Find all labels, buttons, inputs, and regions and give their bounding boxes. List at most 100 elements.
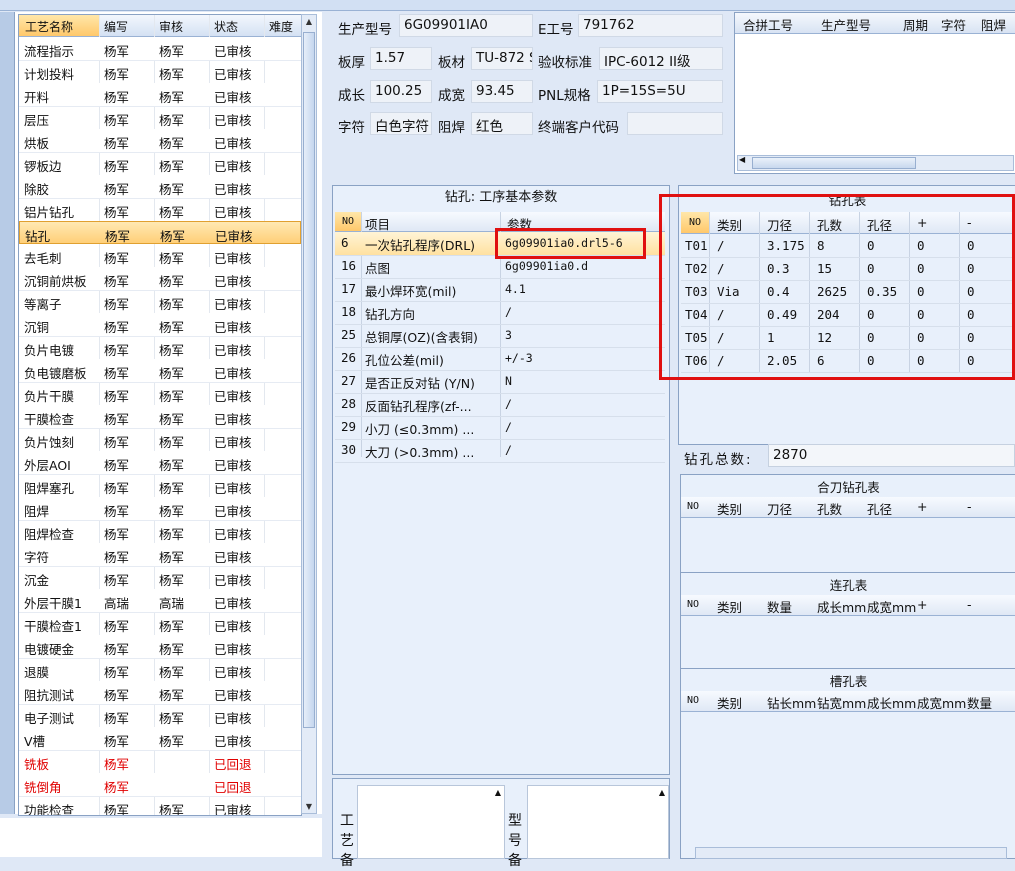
link-hole-table[interactable]: 连孔表 NO 类别 数量 成长mm 成宽mm + - [680, 572, 1015, 670]
combo-header-col[interactable]: 合拼工号 [743, 15, 793, 34]
process-row[interactable]: 开料 杨军 杨军 已审核 [19, 83, 301, 107]
combined-header-col[interactable]: 孔径 [867, 499, 892, 518]
process-row[interactable]: 等离子 杨军 杨军 已审核 [19, 290, 301, 314]
combined-drill-table[interactable]: 合刀钻孔表 NO 类别 刀径 孔数 孔径 + - [680, 474, 1015, 574]
param-row[interactable]: 29 小刀 (≤0.3mm) ... / [335, 416, 665, 440]
slot-header-col[interactable]: 钻长mm [767, 693, 816, 712]
combined-header-col[interactable]: NO [687, 501, 699, 512]
process-row[interactable]: 流程指示 杨军 杨军 已审核 [19, 37, 301, 61]
link-header-col[interactable]: NO [687, 599, 699, 610]
process-row[interactable]: V槽 杨军 杨军 已审核 [19, 727, 301, 751]
process-grid[interactable]: 工艺名称 编写 审核 状态 难度 流程指示 杨军 杨军 已审核 计划投料 杨军 杨军 已审核开… [18, 14, 302, 816]
scroll-left-icon[interactable]: ◀ [739, 155, 745, 164]
slot-header-col[interactable]: 类别 [717, 693, 742, 712]
field-width[interactable]: 93.45 [471, 80, 533, 103]
slot-horizontal-scrollbar[interactable] [695, 847, 1007, 859]
process-row[interactable]: 干膜检查1 杨军 杨军 已审核 [19, 612, 301, 636]
param-row[interactable]: 30 大刀 (>0.3mm) ... / [335, 439, 665, 463]
slot-header-col[interactable]: 成长mm [867, 693, 916, 712]
param-row[interactable]: 17 最小焊环宽(mil) 4.1 [335, 278, 665, 302]
param-row[interactable]: 25 总铜厚(OZ)(含表铜) 3 [335, 324, 665, 348]
field-length[interactable]: 100.25 [370, 80, 432, 103]
scroll-up-icon[interactable]: ▲ [302, 17, 316, 26]
process-row[interactable]: 沉金 杨军 杨军 已审核 [19, 566, 301, 590]
param-row[interactable]: 26 孔位公差(mil) +/-3 [335, 347, 665, 371]
combined-header-col[interactable]: 刀径 [767, 499, 792, 518]
link-header-col[interactable]: + [917, 597, 927, 612]
process-row[interactable]: 外层干膜1 高瑞 高瑞 已审核 [19, 589, 301, 613]
grid-scroll-thumb[interactable] [303, 32, 315, 728]
params-header-item[interactable]: 项目 [365, 214, 390, 233]
process-row[interactable]: 电子测试 杨军 杨军 已审核 [19, 704, 301, 728]
process-row[interactable]: 除胶 杨军 杨军 已审核 [19, 175, 301, 199]
field-pnl[interactable]: 1P=15S=5U [597, 80, 723, 103]
process-row[interactable]: 退膜 杨军 杨军 已审核 [19, 658, 301, 682]
combo-header-col[interactable]: 生产型号 [821, 15, 871, 34]
params-header-no[interactable]: NO [335, 212, 361, 231]
slot-header-col[interactable]: 数量 [967, 693, 992, 712]
combo-scroll-thumb[interactable] [752, 157, 916, 169]
process-row[interactable]: 阻焊塞孔 杨军 杨军 已审核 [19, 474, 301, 498]
slot-header-col[interactable]: 成宽mm [917, 693, 966, 712]
process-row[interactable]: 铝片钻孔 杨军 杨军 已审核 [19, 198, 301, 222]
process-row[interactable]: 层压 杨军 杨军 已审核 [19, 106, 301, 130]
link-header-col[interactable]: 成宽mm [867, 597, 916, 616]
model-remark-textarea[interactable]: ▲ [527, 785, 669, 859]
scroll-up-icon[interactable]: ▲ [495, 788, 501, 797]
link-header-col[interactable]: 类别 [717, 597, 742, 616]
combo-header-col[interactable]: 周期 [903, 15, 928, 34]
process-row[interactable]: 字符 杨军 杨军 已审核 [19, 543, 301, 567]
param-row[interactable]: 27 是否正反对钻 (Y/N) N [335, 370, 665, 394]
grid-header-difficulty[interactable]: 难度 [269, 18, 293, 35]
process-row[interactable]: 电镀硬金 杨军 杨军 已审核 [19, 635, 301, 659]
link-header-col[interactable]: - [967, 597, 972, 612]
process-row[interactable]: 沉铜前烘板 杨军 杨军 已审核 [19, 267, 301, 291]
combo-header-col[interactable]: 字符 [941, 15, 966, 34]
field-thickness[interactable]: 1.57 [370, 47, 432, 70]
process-row[interactable]: 干膜检查 杨军 杨军 已审核 [19, 405, 301, 429]
process-row[interactable]: 负片干膜 杨军 杨军 已审核 [19, 382, 301, 406]
process-row[interactable]: 负电镀磨板 杨军 杨军 已审核 [19, 359, 301, 383]
process-row[interactable]: 铣倒角 杨军 已回退 [19, 773, 301, 797]
grid-header-name[interactable]: 工艺名称 [19, 15, 99, 36]
field-model[interactable]: 6G09901IA0 [399, 14, 533, 37]
grid-header-writer[interactable]: 编写 [104, 18, 128, 35]
process-row[interactable]: 沉铜 杨军 杨军 已审核 [19, 313, 301, 337]
process-row[interactable]: 锣板边 杨军 杨军 已审核 [19, 152, 301, 176]
combined-header-col[interactable]: 类别 [717, 499, 742, 518]
combo-horizontal-scrollbar[interactable]: ◀ [737, 155, 1014, 171]
link-header-col[interactable]: 成长mm [817, 597, 866, 616]
total-drill-field[interactable]: 2870 [768, 444, 1015, 467]
scroll-up-icon[interactable]: ▲ [659, 788, 665, 797]
process-row[interactable]: 阻抗测试 杨军 杨军 已审核 [19, 681, 301, 705]
combo-header-col[interactable]: 阻焊 [981, 15, 1006, 34]
process-remark-textarea[interactable]: ▲ [357, 785, 505, 859]
process-row[interactable]: 计划投料 杨军 杨军 已审核 [19, 60, 301, 84]
field-material[interactable]: TU-872 S [471, 47, 533, 70]
grid-header-reviewer[interactable]: 审核 [159, 18, 183, 35]
field-standard[interactable]: IPC-6012 II级 [599, 47, 723, 70]
process-row[interactable]: 阻焊检查 杨军 杨军 已审核 [19, 520, 301, 544]
left-splitter[interactable] [0, 12, 15, 814]
scroll-down-icon[interactable]: ▼ [302, 802, 316, 811]
process-row[interactable]: 功能检查 杨军 杨军 已审核 [19, 796, 301, 815]
field-mask[interactable]: 红色 [471, 112, 533, 135]
combined-header-col[interactable]: - [967, 499, 972, 514]
param-row[interactable]: 18 钻孔方向 / [335, 301, 665, 325]
process-row[interactable]: 负片电镀 杨军 杨军 已审核 [19, 336, 301, 360]
process-row[interactable]: 负片蚀刻 杨军 杨军 已审核 [19, 428, 301, 452]
process-row[interactable]: 钻孔 杨军 杨军 已审核 [19, 221, 301, 244]
process-row[interactable]: 外层AOI 杨军 杨军 已审核 [19, 451, 301, 475]
combo-table[interactable]: 合拼工号 生产型号 周期 字符 阻焊 ◀ [734, 12, 1015, 174]
process-row[interactable]: 去毛刺 杨军 杨军 已审核 [19, 244, 301, 268]
process-row[interactable]: 阻焊 杨军 杨军 已审核 [19, 497, 301, 521]
combined-header-col[interactable]: + [917, 499, 927, 514]
field-char[interactable]: 白色字符 [370, 112, 432, 135]
param-row[interactable]: 28 反面钻孔程序(zf-... / [335, 393, 665, 417]
link-header-col[interactable]: 数量 [767, 597, 792, 616]
field-eno[interactable]: 791762 [578, 14, 723, 37]
process-row[interactable]: 铣板 杨军 已回退 [19, 750, 301, 774]
grid-header-status[interactable]: 状态 [214, 18, 238, 35]
field-customer[interactable] [627, 112, 723, 135]
process-row[interactable]: 烘板 杨军 杨军 已审核 [19, 129, 301, 153]
